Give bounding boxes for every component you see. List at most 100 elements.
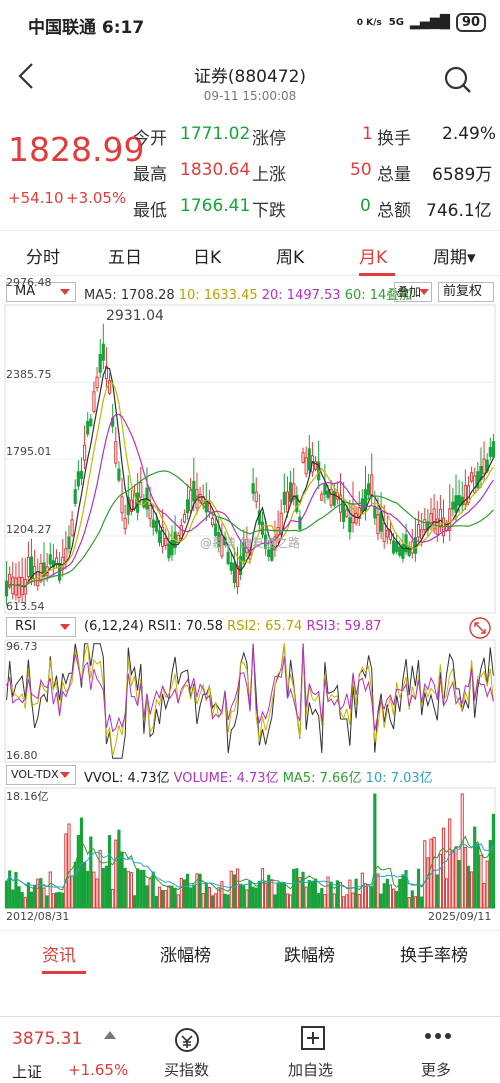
volume-bar [426, 857, 430, 909]
rsi-indicator-select[interactable]: RSI [6, 617, 76, 637]
volume-bar [379, 893, 383, 909]
candle [395, 540, 399, 552]
candle [123, 517, 127, 530]
vol-indicator-select[interactable]: VOL-TDX [6, 765, 76, 785]
overlay-select[interactable]: 叠加 [394, 282, 432, 302]
ma10-value: 10: 1633.45 [178, 288, 258, 303]
tab-intraday[interactable]: 分时 [26, 243, 60, 268]
label-amount: 总额 [377, 201, 411, 221]
volume-bar [388, 884, 393, 909]
candle [451, 501, 455, 510]
ma-legend: MA5: 1708.28 10: 1633.45 20: 1497.53 60:… [84, 284, 412, 303]
volume-bar [151, 871, 155, 909]
candle [382, 522, 386, 542]
volume-bar [382, 883, 386, 909]
tab-period[interactable]: 周期▾ [433, 243, 476, 268]
vol-y-top: 18.16亿 [6, 790, 49, 803]
candle [351, 503, 355, 524]
y-label-top: 2976.48 [6, 276, 52, 289]
buy-index-icon[interactable] [174, 1027, 200, 1053]
volume-bar [207, 887, 212, 909]
volume-bar [264, 882, 268, 909]
y-label-bottom: 613.54 [6, 600, 45, 613]
label-down: 下跌 [252, 201, 286, 221]
volume-bar [485, 860, 489, 909]
volume-bar [36, 878, 40, 909]
candle [307, 448, 311, 471]
volume-bar [376, 873, 380, 909]
volume-bar [98, 849, 102, 909]
tab-five-day[interactable]: 五日 [108, 243, 142, 268]
candle [423, 519, 427, 531]
index-pct: +1.65% [68, 1061, 129, 1079]
candle [157, 530, 162, 543]
candle [470, 472, 474, 482]
add-watchlist-icon[interactable] [300, 1025, 326, 1051]
volume-bar [491, 813, 496, 909]
rsi2-value: RSI2: 65.74 [227, 619, 303, 634]
candle [326, 490, 330, 498]
header: 证券(880472) 09-11 15:00:08 [0, 48, 500, 112]
volume-bar [120, 851, 124, 909]
volume-bar [245, 889, 249, 909]
candle [182, 513, 187, 523]
candle [139, 482, 143, 498]
restore-price-button[interactable]: 前复权 [438, 282, 494, 302]
label-volume: 总量 [377, 165, 411, 185]
candle [407, 546, 411, 557]
candle [210, 517, 215, 526]
volume-chart[interactable] [4, 787, 496, 909]
more-icon[interactable] [424, 1031, 452, 1041]
tab-losers[interactable]: 跌幅榜 [284, 941, 335, 966]
tab-news[interactable]: 资讯 [42, 941, 76, 966]
rsi-chart[interactable] [4, 639, 496, 763]
volume-bar [123, 867, 127, 909]
volume-bar [273, 894, 277, 909]
search-icon[interactable] [444, 66, 472, 94]
fullscreen-icon[interactable] [468, 616, 492, 640]
volume-bar [395, 890, 399, 909]
net-speed: 0 K/s [356, 17, 382, 28]
tab-monthly-k[interactable]: 月K [359, 243, 387, 268]
volume-bar [407, 897, 411, 909]
y-label-4: 1204.27 [6, 523, 52, 536]
volume-bar [107, 835, 112, 909]
volume-bar [229, 870, 233, 909]
candle [189, 489, 193, 511]
tab-weekly-k[interactable]: 周K [276, 243, 304, 268]
candle [79, 470, 84, 479]
volume-bar [476, 843, 480, 909]
volume-bar [117, 829, 121, 909]
volume-bar [104, 865, 109, 909]
tab-turnover-rank[interactable]: 换手率榜 [400, 941, 468, 966]
volume-bar [154, 895, 158, 909]
candle [345, 509, 349, 517]
index-value[interactable]: 3875.31 [12, 1029, 82, 1049]
candle [251, 483, 255, 494]
add-watchlist-button[interactable]: 加自选 [288, 1059, 333, 1080]
more-button[interactable]: 更多 [421, 1059, 451, 1080]
period-tabs: 分时 五日 日K 周K 月K 周期▾ [0, 230, 500, 276]
candle [398, 546, 402, 556]
volume-bar [23, 896, 27, 909]
volume-bar [295, 868, 299, 909]
candle [416, 524, 421, 538]
volume-bar [17, 886, 21, 909]
volume-bar [192, 884, 196, 909]
volume-bar [242, 885, 246, 909]
vol-ma5-value: MA5: 7.66亿 [282, 771, 362, 786]
volume-bar [161, 890, 165, 909]
ma20-value: 20: 1497.53 [261, 288, 341, 303]
volume-bar [61, 892, 65, 909]
kline-chart[interactable] [4, 304, 496, 614]
candle [370, 474, 374, 498]
volume-bar [101, 868, 105, 909]
buy-index-button[interactable]: 买指数 [164, 1059, 209, 1080]
volume-bar [310, 881, 315, 909]
candle [391, 540, 396, 554]
tab-daily-k[interactable]: 日K [193, 243, 221, 268]
candle [14, 577, 18, 596]
active-tab-indicator [359, 273, 395, 276]
tab-gainers[interactable]: 涨幅榜 [160, 941, 211, 966]
volume-bar [460, 793, 464, 909]
